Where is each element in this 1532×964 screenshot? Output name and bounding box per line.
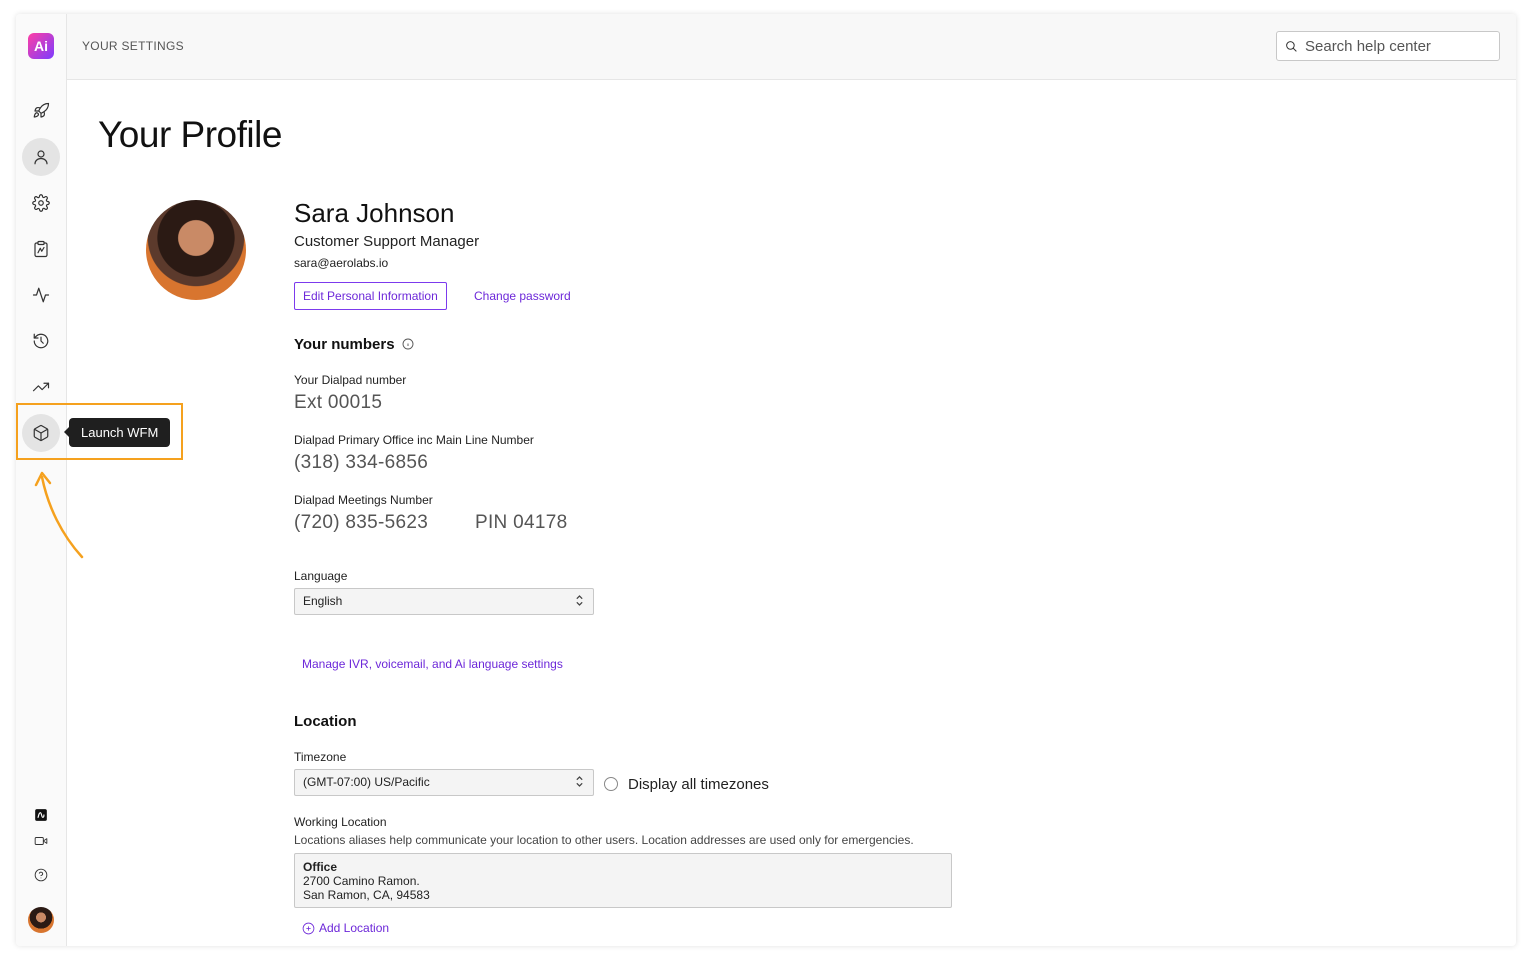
profile-role: Customer Support Manager — [294, 233, 480, 250]
app-logo[interactable]: Ai — [28, 33, 54, 59]
app-window: Ai YOUR SETTINGS Search help center Your… — [16, 14, 1516, 946]
numbers-heading: Your numbers — [294, 336, 414, 354]
language-select[interactable]: English — [294, 588, 594, 615]
chevron-updown-icon — [576, 776, 583, 787]
breadcrumb: YOUR SETTINGS — [82, 39, 184, 53]
help-icon[interactable] — [32, 866, 50, 884]
display-all-timezones-label[interactable]: Display all timezones — [628, 776, 769, 793]
search-icon — [1286, 41, 1297, 52]
meetings-pin: PIN 04178 — [475, 512, 568, 533]
change-password-link[interactable]: Change password — [474, 289, 571, 303]
display-all-timezones-radio[interactable] — [604, 777, 618, 791]
gear-icon[interactable] — [22, 184, 60, 222]
info-icon[interactable] — [402, 337, 414, 354]
activity-icon[interactable] — [22, 276, 60, 314]
add-location-button[interactable]: Add Location — [302, 921, 389, 935]
meetings-number-value: (720) 835-5623 — [294, 512, 429, 533]
location-entry[interactable]: Office 2700 Camino Ramon. San Ramon, CA,… — [294, 853, 952, 908]
working-location-label: Working Location — [294, 815, 387, 829]
chevron-updown-icon — [576, 595, 583, 606]
add-location-label: Add Location — [319, 921, 390, 935]
trending-up-icon[interactable] — [22, 368, 60, 406]
page-title: Your Profile — [98, 114, 282, 155]
location-heading: Location — [294, 713, 357, 730]
profile-avatar — [146, 200, 246, 300]
timezone-select[interactable]: (GMT-07:00) US/Pacific — [294, 769, 594, 796]
profile-email: sara@aerolabs.io — [294, 256, 389, 270]
office-number-label: Dialpad Primary Office inc Main Line Num… — [294, 433, 534, 447]
meetings-number-label: Dialpad Meetings Number — [294, 493, 433, 507]
dialpad-number-label: Your Dialpad number — [294, 373, 407, 387]
working-location-help: Locations aliases help communicate your … — [294, 833, 914, 847]
location-entry-line2: San Ramon, CA, 94583 — [303, 888, 430, 902]
annotation-arrow-icon — [34, 471, 84, 559]
dialpad-number-value: Ext 00015 — [294, 392, 383, 413]
profile-name: Sara Johnson — [294, 198, 455, 228]
user-icon[interactable] — [22, 138, 60, 176]
clipboard-icon[interactable] — [22, 230, 60, 268]
location-entry-line1: 2700 Camino Ramon. — [303, 874, 420, 888]
timezone-label: Timezone — [294, 750, 347, 764]
manage-language-link[interactable]: Manage IVR, voicemail, and Ai language s… — [302, 657, 563, 671]
launch-wfm-tooltip: Launch WFM — [63, 418, 171, 447]
user-avatar-small[interactable] — [28, 907, 54, 933]
brand-mark-icon[interactable] — [32, 806, 50, 824]
language-label: Language — [294, 569, 348, 583]
search-box[interactable] — [1276, 31, 1500, 61]
history-icon[interactable] — [22, 322, 60, 360]
office-number-value: (318) 334-6856 — [294, 452, 429, 473]
rocket-icon[interactable] — [22, 92, 60, 130]
edit-personal-info-button[interactable]: Edit Personal Information — [294, 282, 447, 310]
top-bar: YOUR SETTINGS — [67, 14, 1516, 80]
search-input[interactable] — [1305, 36, 1493, 56]
plus-circle-icon — [302, 922, 315, 934]
video-icon[interactable] — [32, 832, 50, 850]
location-entry-name: Office — [303, 860, 338, 874]
